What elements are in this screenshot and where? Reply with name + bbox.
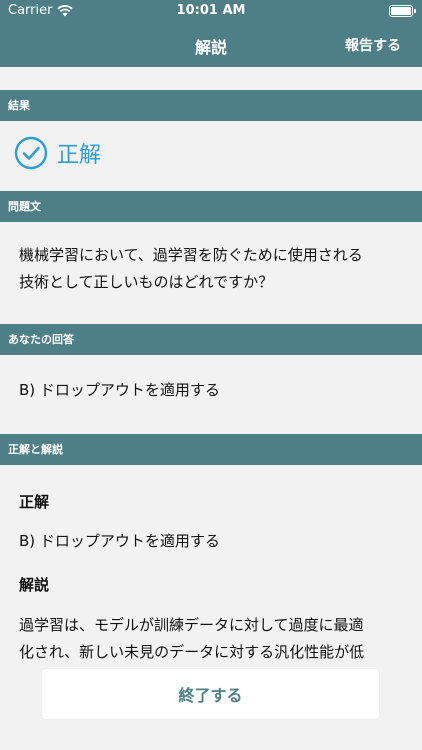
section-header-your-answer: あなたの回答 bbox=[0, 324, 422, 355]
section-header-result: 結果 bbox=[0, 90, 422, 121]
report-button[interactable]: 報告する bbox=[345, 35, 401, 55]
result-row: 正解 bbox=[14, 136, 101, 170]
section-header-question: 問題文 bbox=[0, 191, 422, 222]
check-circle-icon bbox=[14, 136, 48, 170]
your-answer-text: B) ドロップアウトを適用する bbox=[19, 381, 220, 399]
explanation-line-2: 化され、新しい未見のデータに対する汎化性能が低 bbox=[19, 643, 365, 661]
status-bar: Carrier 10:01 AM bbox=[0, 0, 422, 22]
top-bar: Carrier 10:01 AM 解説 報告する bbox=[0, 0, 422, 67]
correct-answer-text: B) ドロップアウトを適用する bbox=[19, 532, 220, 550]
clock: 10:01 AM bbox=[176, 3, 246, 18]
end-button[interactable]: 終了する bbox=[42, 669, 379, 719]
question-line-2: 技術として正しいものはどれですか？ bbox=[19, 273, 274, 291]
explanation-heading: 解説 bbox=[19, 576, 50, 594]
battery-icon bbox=[389, 5, 416, 17]
section-header-explanation: 正解と解説 bbox=[0, 434, 422, 465]
result-text: 正解 bbox=[57, 143, 102, 168]
correct-heading: 正解 bbox=[19, 493, 50, 511]
explanation-line-1: 過学習は、モデルが訓練データに対して過度に最適 bbox=[19, 616, 364, 634]
question-line-1: 機械学習において、過学習を防ぐために使用される bbox=[19, 246, 363, 264]
